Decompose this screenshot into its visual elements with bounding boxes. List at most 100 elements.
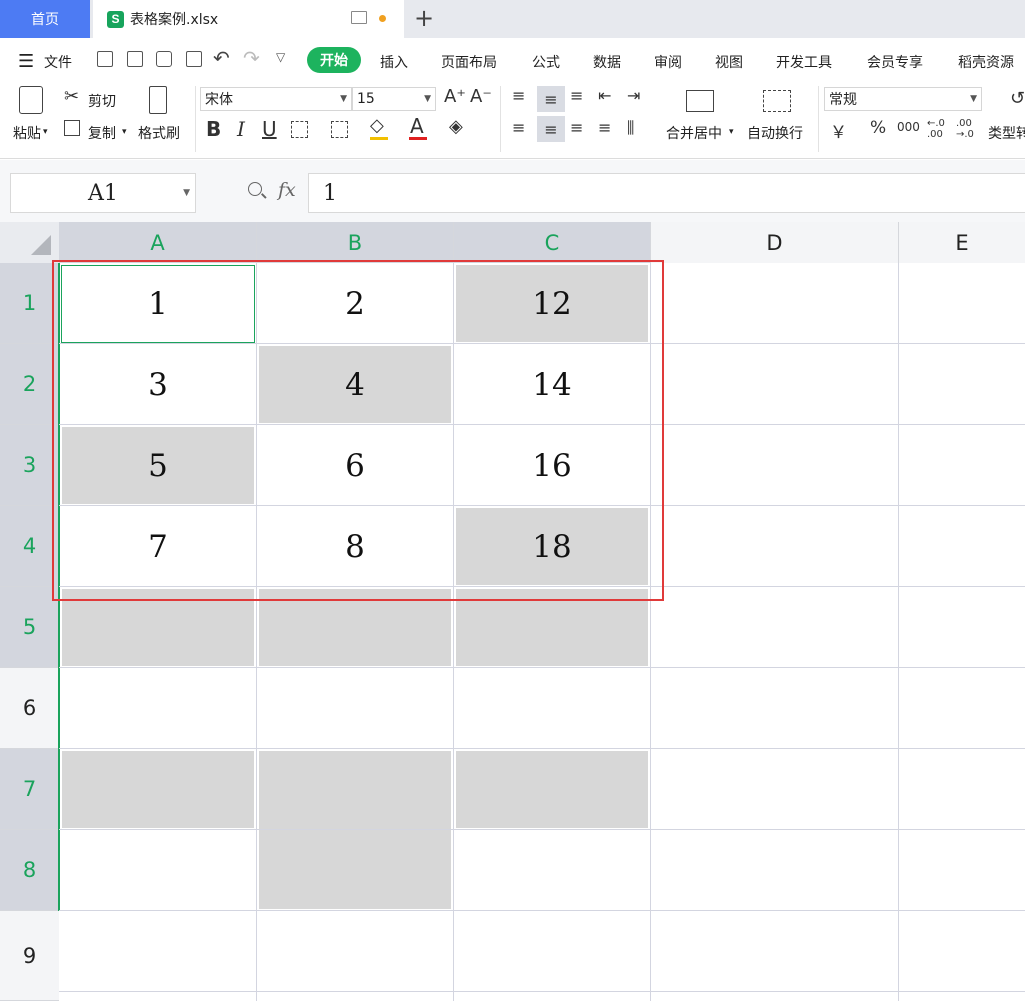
tab-review[interactable]: 审阅 — [654, 52, 682, 72]
percent-button[interactable]: % — [870, 118, 886, 138]
row-header-5[interactable]: 5 — [0, 587, 59, 668]
number-format-select[interactable]: 常规 ▼ — [824, 87, 982, 111]
tab-member[interactable]: 会员专享 — [867, 52, 923, 72]
export-icon[interactable] — [127, 51, 143, 67]
column-header-d[interactable]: D — [651, 222, 899, 263]
select-all-corner[interactable] — [0, 222, 59, 263]
row-header-6[interactable]: 6 — [0, 668, 59, 749]
copy-button[interactable]: 复制 — [88, 123, 116, 143]
tab-page-layout[interactable]: 页面布局 — [441, 52, 497, 72]
column-header-e[interactable]: E — [899, 222, 1025, 263]
zoom-icon[interactable] — [248, 182, 262, 196]
unsaved-dot-icon — [379, 15, 386, 22]
decrease-decimal-button[interactable]: .00 →.0 — [956, 118, 978, 140]
gridline — [59, 991, 1025, 992]
font-size-select[interactable]: 15 ▼ — [352, 87, 436, 111]
cell-style-icon[interactable] — [331, 121, 348, 138]
new-tab-button[interactable]: + — [414, 4, 434, 32]
italic-button[interactable]: I — [237, 117, 245, 141]
row-header-1[interactable]: 1 — [0, 263, 59, 344]
monitor-icon[interactable] — [351, 11, 367, 24]
column-header-c[interactable]: C — [454, 222, 651, 263]
type-convert-button[interactable]: 类型转 — [988, 123, 1025, 143]
save-icon[interactable] — [97, 51, 113, 67]
justify-icon[interactable]: ≡ — [598, 118, 611, 137]
menu-file[interactable]: 文件 — [44, 52, 72, 72]
wrap-text-button[interactable]: 自动换行 — [747, 123, 803, 143]
toolbar-divider — [500, 86, 501, 152]
fx-icon[interactable]: fx — [278, 179, 296, 201]
cell-fill — [456, 751, 648, 828]
paste-dropdown-icon[interactable]: ▾ — [43, 127, 48, 137]
align-center-icon[interactable]: ≡ — [537, 116, 565, 142]
font-size-value: 15 — [357, 91, 375, 107]
tab-insert[interactable]: 插入 — [380, 52, 408, 72]
toolbar-divider — [195, 86, 196, 152]
row-header-7[interactable]: 7 — [0, 749, 59, 830]
align-bottom-icon[interactable]: ≡ — [570, 86, 583, 105]
paste-button[interactable]: 粘贴 — [13, 123, 41, 143]
tab-home[interactable]: 首页 — [0, 0, 90, 38]
eraser-icon[interactable]: ◈ — [449, 116, 463, 137]
font-color-icon[interactable]: A — [410, 114, 424, 138]
font-name-select[interactable]: 宋体 ▼ — [200, 87, 352, 111]
merge-center-icon — [686, 90, 714, 112]
distributed-icon[interactable]: ⫼ — [627, 118, 634, 138]
tab-view[interactable]: 视图 — [715, 52, 743, 72]
cell-fill — [62, 751, 254, 828]
border-icon[interactable] — [291, 121, 308, 138]
formula-value: 1 — [323, 180, 337, 206]
format-painter-button[interactable]: 格式刷 — [138, 123, 180, 143]
decrease-font-icon[interactable]: A⁻ — [470, 86, 492, 107]
spreadsheet-icon: S — [107, 10, 124, 28]
thousands-button[interactable]: 000 — [897, 120, 920, 134]
merge-dropdown-icon[interactable]: ▾ — [729, 127, 734, 137]
print-preview-icon[interactable] — [186, 51, 202, 67]
scissors-icon: ✂ — [64, 86, 80, 107]
indent-increase-icon[interactable]: ⇥ — [627, 86, 640, 105]
gridline — [898, 263, 899, 1001]
increase-decimal-button[interactable]: ←.0 .00 — [927, 118, 949, 140]
undo-icon[interactable]: ↶ — [213, 46, 230, 70]
hamburger-icon[interactable]: ☰ — [18, 51, 34, 72]
paste-icon[interactable] — [19, 86, 43, 114]
cut-button[interactable]: 剪切 — [88, 91, 116, 111]
row-header-8[interactable]: 8 — [0, 830, 59, 911]
currency-button[interactable]: ￥ — [830, 118, 847, 143]
format-painter-icon — [149, 86, 167, 114]
chevron-down-icon: ▼ — [183, 188, 190, 198]
row-header-9[interactable]: 9 — [0, 911, 59, 1001]
fill-color-icon[interactable]: ◇ — [370, 115, 384, 136]
align-top-icon[interactable]: ≡ — [512, 86, 525, 105]
column-header-a[interactable]: A — [59, 222, 257, 263]
underline-button[interactable]: U — [262, 117, 277, 141]
tab-docer[interactable]: 稻壳资源 — [958, 52, 1014, 72]
row-header-2[interactable]: 2 — [0, 344, 59, 425]
font-color-swatch — [409, 137, 427, 140]
align-middle-icon[interactable]: ≡ — [537, 86, 565, 112]
print-icon[interactable] — [156, 51, 172, 67]
copy-dropdown-icon[interactable]: ▾ — [122, 127, 127, 137]
bold-button[interactable]: B — [206, 117, 221, 141]
align-right-icon[interactable]: ≡ — [570, 118, 583, 137]
tab-file[interactable]: S 表格案例.xlsx — [93, 0, 404, 38]
align-left-icon[interactable]: ≡ — [512, 118, 525, 137]
tab-start[interactable]: 开始 — [307, 47, 361, 73]
file-tab-label: 表格案例.xlsx — [130, 12, 219, 28]
row-header-3[interactable]: 3 — [0, 425, 59, 506]
column-header-b[interactable]: B — [257, 222, 454, 263]
tab-formulas[interactable]: 公式 — [532, 52, 560, 72]
row-header-4[interactable]: 4 — [0, 506, 59, 587]
redo-icon[interactable]: ↷ — [243, 46, 260, 70]
copy-icon — [64, 120, 80, 136]
indent-decrease-icon[interactable]: ⇤ — [598, 86, 611, 105]
tab-data[interactable]: 数据 — [593, 52, 621, 72]
gridline — [59, 910, 1025, 911]
name-box[interactable]: A1 ▼ — [10, 173, 196, 213]
formula-input[interactable]: 1 — [308, 173, 1025, 213]
quick-access-more-icon[interactable]: ▽ — [276, 50, 285, 64]
increase-font-icon[interactable]: A⁺ — [444, 86, 466, 107]
merge-center-button[interactable]: 合并居中 — [666, 123, 722, 143]
tab-developer[interactable]: 开发工具 — [776, 52, 832, 72]
fill-color-swatch — [370, 137, 388, 140]
